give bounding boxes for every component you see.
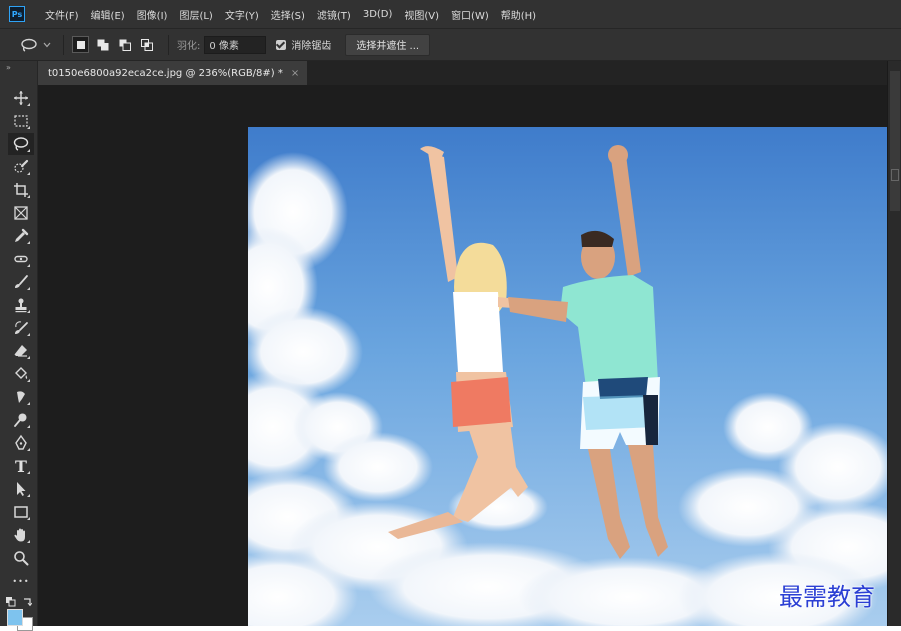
divider [63,34,64,55]
swap-colors-icon[interactable] [22,597,32,607]
zoom-icon [14,551,29,566]
panel-icon[interactable] [891,169,899,181]
menu-view[interactable]: 视图(V) [398,7,445,22]
foreground-color-swatch[interactable] [7,609,23,626]
divider [168,34,169,55]
menu-window[interactable]: 窗口(W) [445,7,495,22]
smudge-tool[interactable] [8,386,34,408]
menu-image[interactable]: 图像(I) [131,7,174,22]
tools-panel: » T ••• [0,61,38,631]
more-tools-button[interactable]: ••• [8,570,34,592]
default-colors-icon[interactable] [6,597,16,607]
quick-select-tool[interactable] [8,156,34,178]
close-tab-icon[interactable]: × [291,68,299,79]
path-select-tool[interactable] [8,478,34,500]
select-and-mask-button[interactable]: 选择并遮住 ... [345,33,431,56]
rectangle-tool[interactable] [8,501,34,523]
healing-brush-tool[interactable] [8,248,34,270]
clone-stamp-tool[interactable] [8,294,34,316]
menu-bar: Ps 文件(F) 编辑(E) 图像(I) 图层(L) 文字(Y) 选择(S) 滤… [0,0,901,29]
zoom-tool[interactable] [8,547,34,569]
move-tool[interactable] [8,87,34,109]
type-tool[interactable]: T [8,455,34,477]
new-selection-button[interactable] [72,36,89,53]
history-brush-tool[interactable] [8,317,34,339]
menu-file[interactable]: 文件(F) [39,7,85,22]
hand-tool[interactable] [8,524,34,546]
new-selection-icon [76,40,85,49]
chevron-down-icon [43,42,51,47]
add-to-selection-button[interactable] [94,36,111,53]
checkbox-checked-icon [276,39,287,50]
type-icon: T [15,456,27,476]
menu-select[interactable]: 选择(S) [265,7,311,22]
right-panel-dock[interactable] [887,61,901,626]
menu-help[interactable]: 帮助(H) [495,7,542,22]
more-tools-icon: ••• [12,576,30,586]
feather-label: 羽化: [177,41,201,52]
menu-layer[interactable]: 图层(L) [173,7,218,22]
feather-input[interactable] [204,35,267,54]
subtract-from-selection-button[interactable] [116,36,133,53]
document-tab-title: t0150e6800a92eca2ce.jpg @ 236%(RGB/8#) * [48,67,283,79]
menu-filter[interactable]: 滤镜(T) [311,7,357,22]
pen-tool[interactable] [8,432,34,454]
marquee-tool[interactable] [8,110,34,132]
tool-preset-picker[interactable] [20,38,51,52]
add-selection-icon [97,39,108,50]
menu-3d[interactable]: 3D(D) [357,9,399,20]
intersect-selection-icon [140,38,153,51]
brush-tool[interactable] [8,271,34,293]
intersect-selection-button[interactable] [138,36,155,53]
options-bar: 羽化: 消除锯齿 选择并遮住 ... [0,29,901,61]
collapse-toolbar-icon[interactable]: » [6,63,11,72]
crop-tool[interactable] [8,179,34,201]
frame-tool[interactable] [8,202,34,224]
document-tab-bar: t0150e6800a92eca2ce.jpg @ 236%(RGB/8#) *… [38,61,901,85]
menu-type[interactable]: 文字(Y) [219,7,265,22]
photoshop-logo: Ps [9,6,25,22]
eyedropper-tool[interactable] [8,225,34,247]
frame-icon [14,206,28,220]
eraser-tool[interactable] [8,340,34,362]
menu-edit[interactable]: 编辑(E) [85,7,131,22]
subtract-selection-icon [119,39,131,51]
photo-jumping-couple [248,127,887,626]
photoshop-window: Ps 文件(F) 编辑(E) 图像(I) 图层(L) 文字(Y) 选择(S) 滤… [0,0,901,631]
lasso-icon [21,38,37,52]
antialias-checkbox[interactable]: 消除锯齿 [276,37,331,52]
canvas-area[interactable] [38,85,887,626]
watermark-text: 最需教育 [779,583,875,611]
document-image[interactable] [248,127,887,626]
dodge-tool[interactable] [8,409,34,431]
paint-bucket-tool[interactable] [8,363,34,385]
antialias-label: 消除锯齿 [291,41,332,52]
document-tab[interactable]: t0150e6800a92eca2ce.jpg @ 236%(RGB/8#) *… [38,61,308,85]
collapsed-panel[interactable] [890,71,900,211]
lasso-tool[interactable] [8,133,34,155]
